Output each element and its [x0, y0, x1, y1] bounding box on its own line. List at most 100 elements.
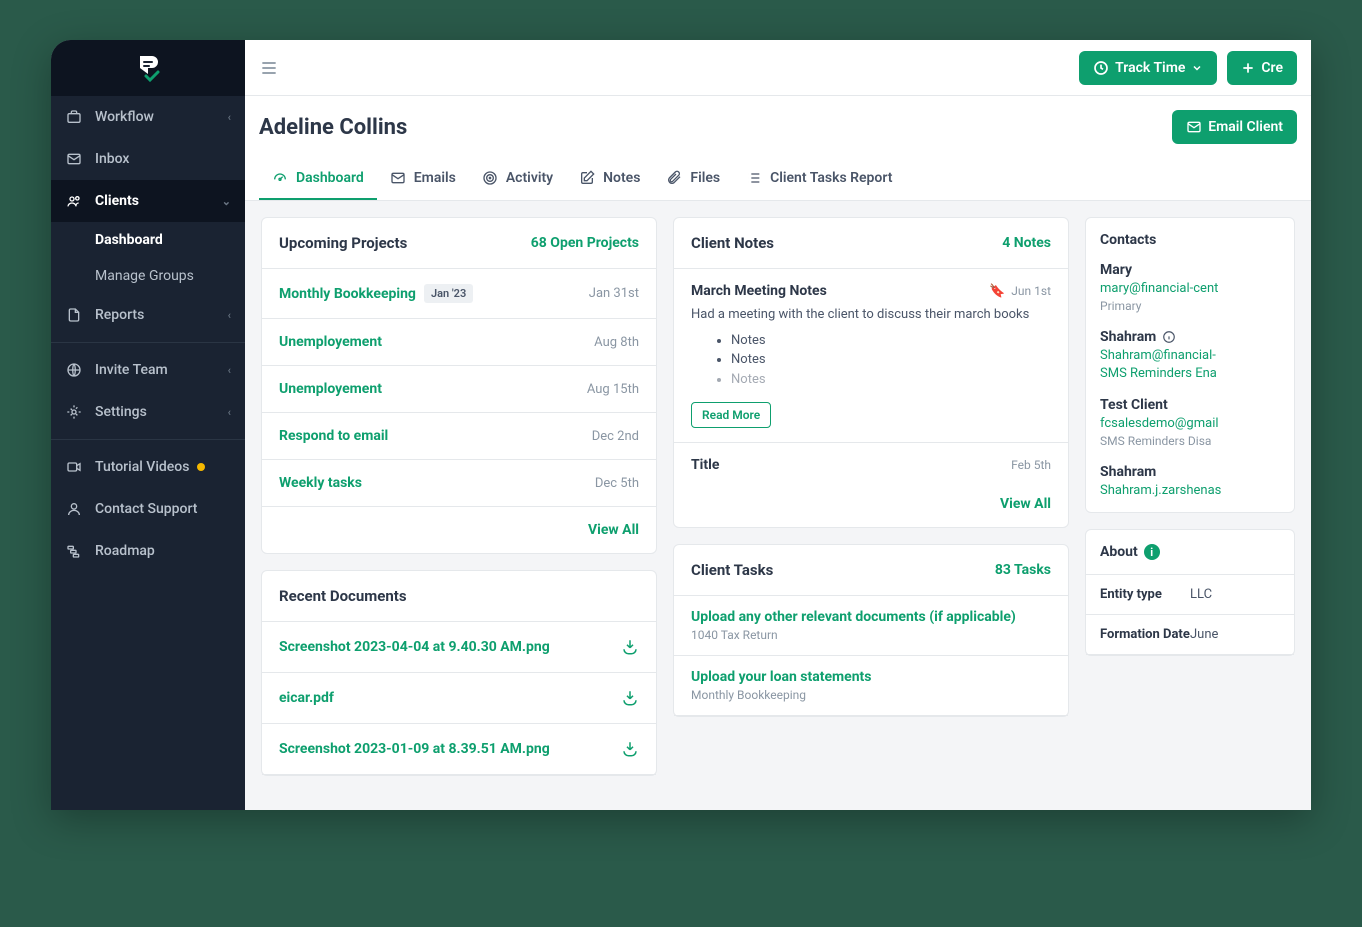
- project-row[interactable]: Unemployement Aug 8th: [262, 319, 656, 366]
- sidebar-item-contact-support[interactable]: Contact Support: [51, 488, 245, 530]
- sidebar-sub-dashboard[interactable]: Dashboard: [51, 222, 245, 258]
- globe-icon: [65, 361, 83, 379]
- sidebar-item-workflow[interactable]: Workflow ‹: [51, 96, 245, 138]
- view-all-link[interactable]: View All: [262, 507, 656, 553]
- download-icon[interactable]: [621, 689, 639, 707]
- project-date: Aug 15th: [587, 382, 639, 397]
- project-row[interactable]: Monthly Bookkeeping Jan '23 Jan 31st: [262, 269, 656, 319]
- document-row[interactable]: eicar.pdf: [262, 673, 656, 724]
- content-area: Upcoming Projects 68 Open Projects Month…: [245, 201, 1311, 810]
- about-key: Formation Date: [1100, 627, 1190, 642]
- chevron-left-icon: ‹: [228, 364, 231, 377]
- contact-item[interactable]: Test Client fcsalesdemo@gmail SMS Remind…: [1100, 397, 1280, 448]
- hamburger-icon[interactable]: [259, 58, 279, 78]
- contact-item[interactable]: Shahram Shahram@financial- SMS Reminders…: [1100, 329, 1280, 381]
- project-row[interactable]: Respond to email Dec 2nd: [262, 413, 656, 460]
- clip-icon: [666, 170, 682, 186]
- info-icon: [1162, 330, 1176, 344]
- task-row[interactable]: Upload your loan statements Monthly Book…: [674, 656, 1068, 716]
- note-header: March Meeting Notes 🔖 Jun 1st: [691, 283, 1051, 299]
- gear-icon: [65, 403, 83, 421]
- project-date: Dec 2nd: [592, 429, 639, 444]
- card-header: Client Tasks 83 Tasks: [674, 545, 1068, 596]
- sidebar-item-label: Workflow: [95, 109, 154, 125]
- document-name: eicar.pdf: [279, 690, 334, 706]
- users-icon: [65, 192, 83, 210]
- client-notes-card: Client Notes 4 Notes March Meeting Notes…: [673, 217, 1069, 528]
- tab-dashboard[interactable]: Dashboard: [259, 158, 377, 200]
- contact-email: mary@financial-cent: [1100, 281, 1280, 296]
- note-bullet: Notes: [731, 350, 1051, 370]
- target-icon: [482, 170, 498, 186]
- project-row[interactable]: Weekly tasks Dec 5th: [262, 460, 656, 507]
- about-card: About i Entity type LLC Formation Date J…: [1085, 529, 1295, 656]
- project-tag: Jan '23: [424, 284, 473, 303]
- email-client-button[interactable]: Email Client: [1172, 110, 1297, 144]
- project-date: Aug 8th: [594, 335, 639, 350]
- contact-sub: Primary: [1100, 299, 1280, 313]
- tab-activity[interactable]: Activity: [469, 158, 566, 200]
- tab-client-tasks-report[interactable]: Client Tasks Report: [733, 158, 905, 200]
- note-title: Title: [691, 457, 719, 473]
- sidebar-item-invite-team[interactable]: Invite Team ‹: [51, 349, 245, 391]
- read-more-button[interactable]: Read More: [691, 402, 771, 428]
- app-window: Workflow ‹ Inbox Clients ⌄ Dashboard Man…: [51, 40, 1311, 810]
- track-time-button[interactable]: Track Time: [1079, 51, 1217, 85]
- document-row[interactable]: Screenshot 2023-04-04 at 9.40.30 AM.png: [262, 622, 656, 673]
- button-label: Track Time: [1115, 60, 1185, 76]
- notes-scroll: March Meeting Notes 🔖 Jun 1st Had a meet…: [674, 269, 1068, 481]
- briefcase-icon: [65, 108, 83, 126]
- card-header: Upcoming Projects 68 Open Projects: [262, 218, 656, 269]
- note-item: March Meeting Notes 🔖 Jun 1st Had a meet…: [674, 269, 1068, 443]
- tab-notes[interactable]: Notes: [566, 158, 653, 200]
- about-row: Formation Date June: [1086, 615, 1294, 655]
- column-1: Upcoming Projects 68 Open Projects Month…: [261, 217, 657, 794]
- chevron-left-icon: ‹: [228, 309, 231, 322]
- project-name: Respond to email: [279, 428, 388, 444]
- about-key: Entity type: [1100, 587, 1190, 602]
- document-row[interactable]: Screenshot 2023-01-09 at 8.39.51 AM.png: [262, 724, 656, 775]
- column-2: Client Notes 4 Notes March Meeting Notes…: [673, 217, 1069, 794]
- button-label: Email Client: [1208, 119, 1283, 135]
- bookmark-icon: 🔖: [989, 284, 1005, 299]
- card-title: About: [1100, 544, 1138, 560]
- note-bullet: Notes: [731, 331, 1051, 351]
- client-tasks-card: Client Tasks 83 Tasks Upload any other r…: [673, 544, 1069, 717]
- card-meta: 83 Tasks: [995, 562, 1051, 578]
- sidebar-item-inbox[interactable]: Inbox: [51, 138, 245, 180]
- logo-area: [51, 40, 245, 96]
- create-button[interactable]: Cre: [1227, 51, 1297, 85]
- chevron-left-icon: ‹: [228, 406, 231, 419]
- sidebar-item-roadmap[interactable]: Roadmap: [51, 530, 245, 572]
- tab-label: Notes: [603, 170, 640, 186]
- contact-name: Shahram: [1100, 464, 1280, 480]
- tab-emails[interactable]: Emails: [377, 158, 469, 200]
- sidebar-sub-manage-groups[interactable]: Manage Groups: [51, 258, 245, 294]
- column-3: Contacts Mary mary@financial-cent Primar…: [1085, 217, 1295, 794]
- video-icon: [65, 458, 83, 476]
- edit-icon: [579, 170, 595, 186]
- note-date: 🔖 Jun 1st: [989, 284, 1051, 299]
- contact-email: Shahram@financial-: [1100, 348, 1280, 363]
- card-title: Contacts: [1100, 232, 1280, 248]
- main-area: Track Time Cre Adeline Collins Email Cli…: [245, 40, 1311, 810]
- download-icon[interactable]: [621, 740, 639, 758]
- sidebar-item-settings[interactable]: Settings ‹: [51, 391, 245, 433]
- sidebar-item-reports[interactable]: Reports ‹: [51, 294, 245, 336]
- recent-documents-card: Recent Documents Screenshot 2023-04-04 a…: [261, 570, 657, 776]
- download-icon[interactable]: [621, 638, 639, 656]
- sidebar-item-clients[interactable]: Clients ⌄: [51, 180, 245, 222]
- divider: [51, 439, 245, 440]
- contact-item[interactable]: Shahram Shahram.j.zarshenas: [1100, 464, 1280, 498]
- sidebar-item-tutorial-videos[interactable]: Tutorial Videos: [51, 446, 245, 488]
- clock-icon: [1093, 60, 1109, 76]
- card-title: Upcoming Projects: [279, 234, 407, 252]
- contact-item[interactable]: Mary mary@financial-cent Primary: [1100, 262, 1280, 313]
- view-all-link[interactable]: View All: [674, 481, 1068, 527]
- task-row[interactable]: Upload any other relevant documents (if …: [674, 596, 1068, 656]
- roadmap-icon: [65, 542, 83, 560]
- sidebar-item-label: Invite Team: [95, 362, 168, 378]
- project-row[interactable]: Unemployement Aug 15th: [262, 366, 656, 413]
- tab-files[interactable]: Files: [653, 158, 733, 200]
- note-header: Title Feb 5th: [691, 457, 1051, 473]
